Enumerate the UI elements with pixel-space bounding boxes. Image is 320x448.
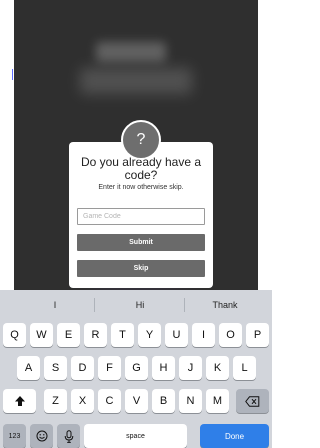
suggestion-1[interactable]: I <box>10 290 100 319</box>
key-h[interactable]: H <box>152 356 175 380</box>
blurred-logo-top <box>96 42 166 62</box>
backspace-key[interactable] <box>236 389 269 413</box>
microphone-key[interactable] <box>57 424 80 448</box>
submit-button[interactable]: Submit <box>77 234 205 251</box>
key-d[interactable]: D <box>71 356 94 380</box>
suggestion-2[interactable]: Hi <box>95 290 185 319</box>
key-u[interactable]: U <box>165 323 188 347</box>
key-q[interactable]: Q <box>3 323 26 347</box>
backspace-icon <box>245 395 260 407</box>
numbers-key[interactable]: 123 <box>3 424 26 448</box>
screen: Do you already have a code? Enter it now… <box>0 0 272 448</box>
emoji-key[interactable] <box>30 424 53 448</box>
key-b[interactable]: B <box>152 389 175 413</box>
shift-arrow-icon <box>14 396 25 406</box>
dialog-subtitle: Enter it now otherwise skip. <box>98 184 184 191</box>
key-v[interactable]: V <box>125 389 148 413</box>
key-e[interactable]: E <box>57 323 80 347</box>
key-c[interactable]: C <box>98 389 121 413</box>
microphone-icon <box>64 429 73 443</box>
emoji-icon <box>36 430 47 442</box>
skip-button[interactable]: Skip <box>77 260 205 277</box>
key-z[interactable]: Z <box>44 389 67 413</box>
suggestion-bar: I Hi Thank <box>0 290 272 319</box>
key-l[interactable]: L <box>233 356 256 380</box>
keyboard: I Hi Thank Q W E R T Y U I O P A S D F G… <box>0 290 272 448</box>
shift-key[interactable] <box>3 389 36 413</box>
key-g[interactable]: G <box>125 356 148 380</box>
key-t[interactable]: T <box>111 323 134 347</box>
space-key[interactable]: space <box>84 424 187 448</box>
key-s[interactable]: S <box>44 356 67 380</box>
key-r[interactable]: R <box>84 323 107 347</box>
key-y[interactable]: Y <box>138 323 161 347</box>
key-m[interactable]: M <box>206 389 229 413</box>
game-code-input[interactable] <box>77 208 205 225</box>
question-mark-icon: ? <box>121 120 161 160</box>
key-n[interactable]: N <box>179 389 202 413</box>
key-o[interactable]: O <box>219 323 242 347</box>
key-w[interactable]: W <box>30 323 53 347</box>
text-caret <box>12 69 13 80</box>
key-x[interactable]: X <box>71 389 94 413</box>
done-key[interactable]: Done <box>200 424 269 448</box>
code-dialog: Do you already have a code? Enter it now… <box>69 142 213 288</box>
key-f[interactable]: F <box>98 356 121 380</box>
blurred-logo-wordmark <box>80 68 192 94</box>
key-j[interactable]: J <box>179 356 202 380</box>
key-a[interactable]: A <box>17 356 40 380</box>
key-p[interactable]: P <box>246 323 269 347</box>
key-i[interactable]: I <box>192 323 215 347</box>
suggestion-3[interactable]: Thank <box>185 290 265 319</box>
key-k[interactable]: K <box>206 356 229 380</box>
